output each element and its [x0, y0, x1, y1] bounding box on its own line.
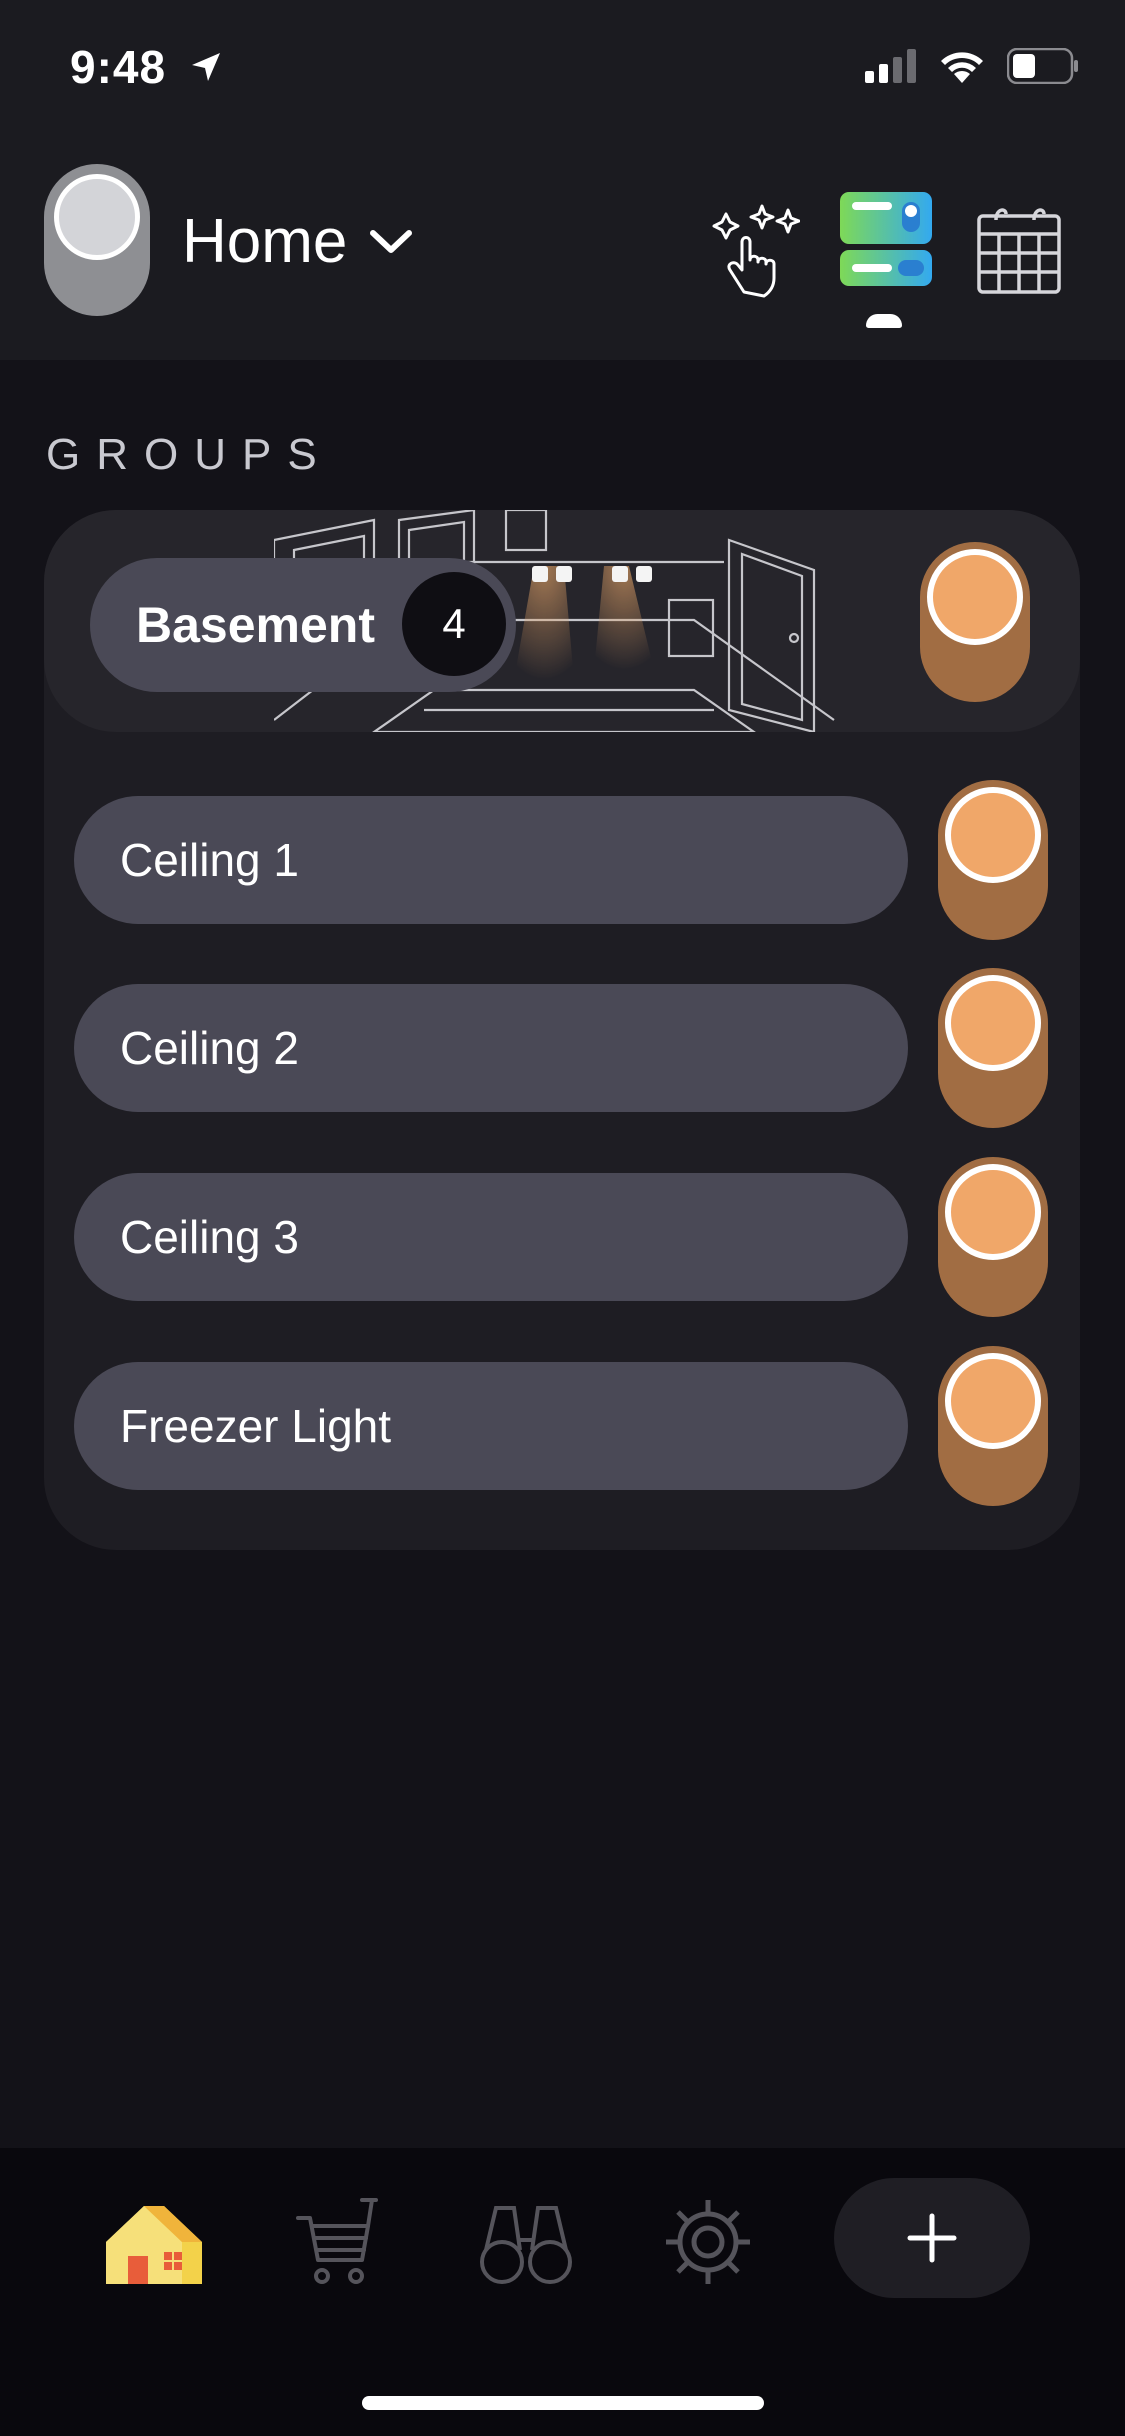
light-label: Ceiling 1 — [120, 834, 299, 886]
status-time-text: 9:48 — [70, 41, 167, 93]
light-label: Ceiling 2 — [120, 1022, 299, 1074]
signal-icon — [865, 49, 916, 83]
home-power-toggle[interactable] — [44, 164, 150, 316]
battery-icon — [1007, 48, 1078, 84]
group-power-toggle[interactable] — [920, 542, 1030, 702]
home-title-text: Home — [182, 207, 348, 276]
toggle-knob — [945, 1164, 1041, 1260]
group-name: Basement — [136, 597, 375, 653]
toggle-knob — [945, 787, 1041, 883]
home-toggle-knob — [54, 174, 140, 260]
active-tab-indicator — [866, 314, 902, 328]
status-indicators — [865, 48, 1079, 84]
location-arrow-icon — [190, 40, 222, 94]
binoculars-icon[interactable] — [478, 2200, 574, 2284]
light-toggle-ceiling-3[interactable] — [938, 1157, 1048, 1317]
home-indicator — [362, 2396, 764, 2410]
light-toggle-ceiling-1[interactable] — [938, 780, 1048, 940]
light-row-ceiling-3[interactable]: Ceiling 3 — [74, 1173, 908, 1301]
cart-icon[interactable] — [296, 2196, 380, 2286]
wifi-icon — [941, 52, 983, 83]
light-toggle-freezer-light[interactable] — [938, 1346, 1048, 1506]
status-time: 9:48 — [70, 40, 222, 94]
bottom-tab-bar — [0, 2148, 1125, 2436]
light-row-ceiling-2[interactable]: Ceiling 2 — [74, 984, 908, 1112]
light-row-ceiling-1[interactable]: Ceiling 1 — [74, 796, 908, 924]
group-light-count-badge: 4 — [402, 572, 506, 676]
light-toggle-ceiling-2[interactable] — [938, 968, 1048, 1128]
light-row-freezer-light[interactable]: Freezer Light — [74, 1362, 908, 1490]
light-label: Ceiling 3 — [120, 1211, 299, 1263]
plus-icon — [907, 2213, 957, 2263]
toggle-knob — [945, 975, 1041, 1071]
gear-icon[interactable] — [664, 2198, 752, 2286]
calendar-icon[interactable] — [976, 204, 1062, 296]
home-icon[interactable] — [104, 2202, 204, 2286]
toggle-knob — [927, 549, 1023, 645]
toggle-knob — [945, 1353, 1041, 1449]
home-selector[interactable]: Home — [182, 206, 413, 277]
device-list-icon[interactable] — [838, 190, 934, 290]
group-card: Basement 4 Ceiling 1 Ceiling 2 Ceiling 3… — [44, 510, 1080, 1550]
sparkle-tap-icon[interactable] — [700, 200, 800, 300]
top-bar: 9:48 Home — [0, 0, 1125, 360]
chevron-down-icon — [370, 229, 413, 253]
add-button[interactable] — [834, 2178, 1030, 2298]
light-label: Freezer Light — [120, 1400, 392, 1452]
group-header[interactable]: Basement 4 — [44, 510, 1080, 732]
section-label: GROUPS — [46, 430, 333, 479]
